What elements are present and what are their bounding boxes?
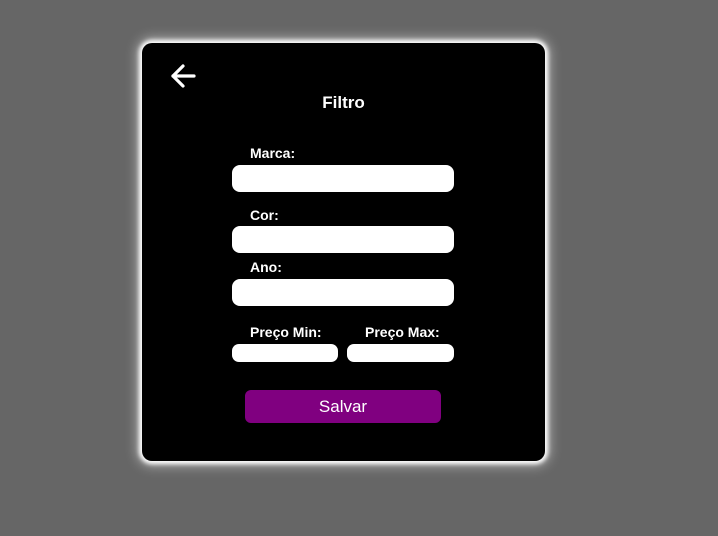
save-button[interactable]: Salvar <box>245 390 441 423</box>
filter-modal: Filtro Marca: Cor: Ano: Preço Min: Preço… <box>142 43 545 461</box>
preco-max-label: Preço Max: <box>365 324 440 340</box>
preco-max-input[interactable] <box>347 344 454 362</box>
preco-min-input[interactable] <box>232 344 338 362</box>
back-button[interactable] <box>168 61 198 91</box>
cor-input[interactable] <box>232 226 454 253</box>
ano-input[interactable] <box>232 279 454 306</box>
preco-min-label: Preço Min: <box>250 324 322 340</box>
marca-label: Marca: <box>250 145 296 161</box>
arrow-left-icon <box>171 64 196 88</box>
page-title: Filtro <box>322 93 365 112</box>
ano-label: Ano: <box>250 259 282 275</box>
cor-label: Cor: <box>250 207 279 223</box>
marca-input[interactable] <box>232 165 454 192</box>
